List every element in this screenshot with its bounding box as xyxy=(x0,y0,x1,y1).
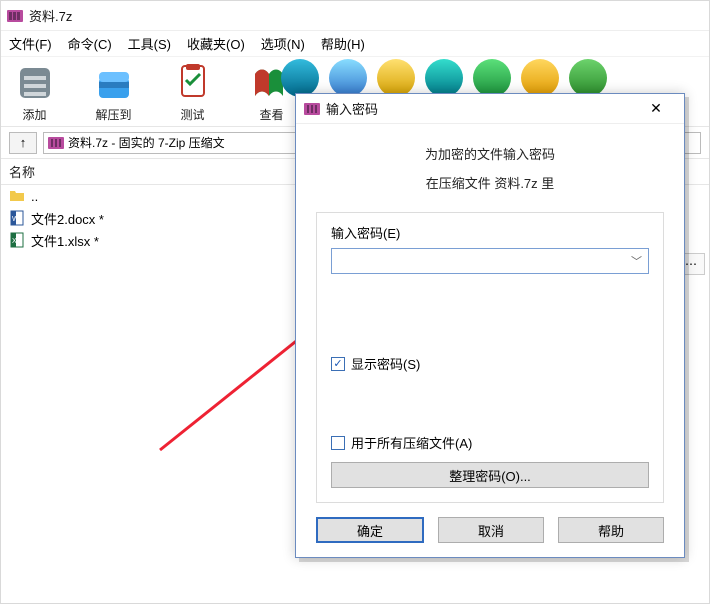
dialog-button-row: 确定 取消 帮助 xyxy=(296,517,684,543)
toolbar-circle-icon-6[interactable] xyxy=(521,59,559,97)
organize-passwords-label: 整理密码(O)... xyxy=(449,466,531,485)
toolbar-test-button[interactable]: 测试 xyxy=(165,60,220,123)
toolbar-circle-icon-3[interactable] xyxy=(377,59,415,97)
toolbar-add-button[interactable]: 添加 xyxy=(7,60,62,123)
ok-button[interactable]: 确定 xyxy=(316,517,424,543)
nav-up-button[interactable]: ↑ xyxy=(9,132,37,154)
cancel-button[interactable]: 取消 xyxy=(438,517,544,543)
menubar: 文件(F) 命令(C) 工具(S) 收藏夹(O) 选项(N) 帮助(H) xyxy=(1,31,709,57)
toolbar-test-label: 测试 xyxy=(180,106,204,123)
toolbar-circle-icon-2[interactable] xyxy=(329,59,367,97)
dialog-text-line2: 在压缩文件 资料.7z 里 xyxy=(316,173,664,192)
menu-command[interactable]: 命令(C) xyxy=(66,32,114,55)
menu-file[interactable]: 文件(F) xyxy=(7,32,54,55)
docx-icon: W xyxy=(9,210,25,226)
toolbar-extract-label: 解压到 xyxy=(95,106,131,123)
toolbar-extract-button[interactable]: 解压到 xyxy=(86,60,141,123)
dialog-close-button[interactable]: ✕ xyxy=(636,97,676,121)
test-icon xyxy=(172,62,214,104)
checkbox-checked-icon: ✓ xyxy=(331,357,345,371)
chevron-down-icon[interactable]: ﹀ xyxy=(631,253,642,269)
archive-icon xyxy=(48,135,64,151)
dialog-titlebar: 输入密码 ✕ xyxy=(296,94,684,124)
toolbar-add-label: 添加 xyxy=(22,106,46,123)
menu-options[interactable]: 选项(N) xyxy=(259,32,307,55)
column-header-name[interactable]: 名称 xyxy=(9,162,35,181)
show-password-label: 显示密码(S) xyxy=(351,354,420,373)
toolbar-circle-icon-5[interactable] xyxy=(473,59,511,97)
toolbar-circle-icon-7[interactable] xyxy=(569,59,607,97)
folder-icon xyxy=(9,188,25,204)
menu-tools[interactable]: 工具(S) xyxy=(126,32,173,55)
toolbar-extra-row xyxy=(281,57,709,97)
file-name: 文件2.docx * xyxy=(31,209,104,228)
checkbox-unchecked-icon: ✓ xyxy=(331,436,345,450)
winrar-app-icon xyxy=(7,8,23,24)
svg-text:W: W xyxy=(12,216,19,223)
winrar-app-icon xyxy=(304,101,320,117)
dialog-title-text: 输入密码 xyxy=(326,99,636,118)
main-titlebar: 资料.7z xyxy=(1,1,709,31)
organize-passwords-button[interactable]: 整理密码(O)... xyxy=(331,462,649,488)
toolbar-view-label: 查看 xyxy=(259,106,283,123)
dialog-text-line1: 为加密的文件输入密码 xyxy=(316,144,664,163)
toolbar-circle-icon-4[interactable] xyxy=(425,59,463,97)
apply-all-checkbox-row[interactable]: ✓ 用于所有压缩文件(A) xyxy=(331,433,649,452)
toolbar-circle-icon-1[interactable] xyxy=(281,59,319,97)
svg-text:X: X xyxy=(12,238,17,245)
help-button[interactable]: 帮助 xyxy=(558,517,664,543)
password-field-group: 输入密码(E) ﹀ ✓ 显示密码(S) ✓ 用于所有压缩文件(A) 整理密码(O… xyxy=(316,212,664,503)
address-text: 资料.7z - 固实的 7-Zip 压缩文 xyxy=(68,134,225,151)
main-window-title: 资料.7z xyxy=(29,6,72,25)
xlsx-icon: X xyxy=(9,232,25,248)
password-label: 输入密码(E) xyxy=(331,223,649,242)
password-input[interactable]: ﹀ xyxy=(331,248,649,274)
file-name: 文件1.xlsx * xyxy=(31,231,99,250)
ellipsis-icon: ⋯ xyxy=(685,257,697,271)
apply-all-group: ✓ 用于所有压缩文件(A) 整理密码(O)... xyxy=(331,433,649,488)
close-icon: ✕ xyxy=(650,100,662,117)
up-arrow-icon: ↑ xyxy=(20,135,27,150)
menu-favorites[interactable]: 收藏夹(O) xyxy=(185,32,247,55)
ok-button-label: 确定 xyxy=(357,521,383,540)
parent-folder-label: .. xyxy=(31,189,38,204)
show-password-checkbox-row[interactable]: ✓ 显示密码(S) xyxy=(331,354,649,373)
dialog-body: 为加密的文件输入密码 在压缩文件 资料.7z 里 输入密码(E) ﹀ ✓ 显示密… xyxy=(296,124,684,517)
extract-icon xyxy=(93,62,135,104)
password-dialog: 输入密码 ✕ 为加密的文件输入密码 在压缩文件 资料.7z 里 输入密码(E) … xyxy=(295,93,685,558)
help-button-label: 帮助 xyxy=(598,521,624,540)
cancel-button-label: 取消 xyxy=(478,521,504,540)
menu-help[interactable]: 帮助(H) xyxy=(319,32,367,55)
add-icon xyxy=(14,62,56,104)
apply-all-label: 用于所有压缩文件(A) xyxy=(351,433,472,452)
